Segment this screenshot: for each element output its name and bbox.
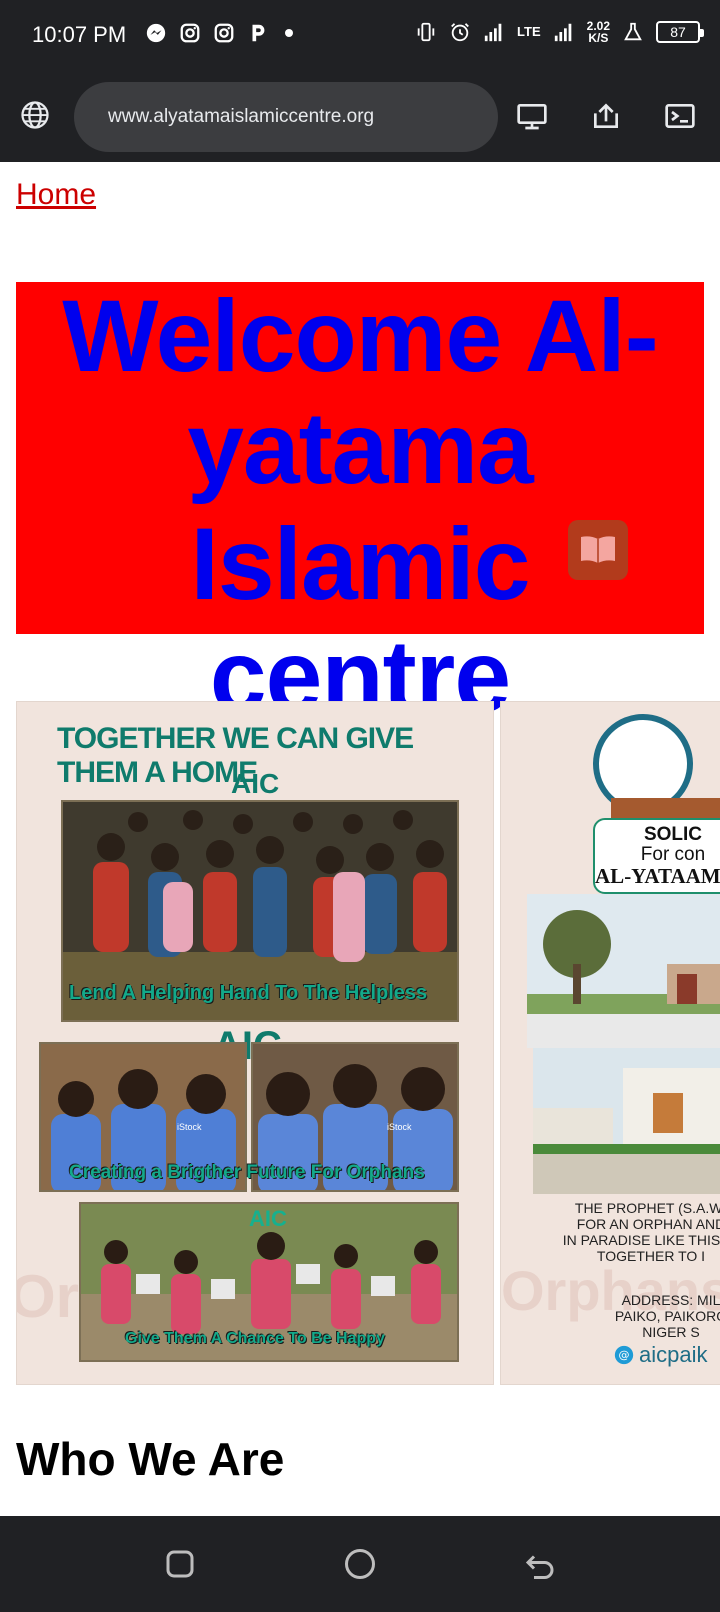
status-bar: 10:07 PM LTE 2.02 K/S 87 bbox=[0, 0, 720, 72]
building-render-2 bbox=[533, 1048, 720, 1194]
system-status-icons: LTE 2.02 K/S 87 bbox=[415, 20, 704, 44]
alyataamaa-text: AL-YATAAMAA bbox=[595, 864, 720, 888]
social-handle-text: aicpaik bbox=[639, 1342, 708, 1367]
book-icon bbox=[581, 536, 615, 563]
welcome-line-1: Welcome Al- bbox=[62, 279, 658, 393]
instagram-icon bbox=[214, 23, 234, 43]
network-speed: 2.02 K/S bbox=[587, 20, 610, 44]
caption-chance-happy: Give Them A Chance To Be Happy bbox=[125, 1330, 385, 1347]
instagram-icon bbox=[180, 23, 200, 43]
share-icon[interactable] bbox=[590, 100, 622, 132]
who-we-are-heading: Who We Are bbox=[16, 1433, 285, 1485]
prophet-quote-line-3: IN PARADISE LIKE THIS', A bbox=[562, 1232, 720, 1248]
aic-label: AIC bbox=[249, 1206, 287, 1231]
solicitation-box: SOLIC For con AL-YATAAMAA bbox=[593, 818, 720, 894]
globe-icon[interactable] bbox=[20, 100, 50, 130]
messenger-icon bbox=[146, 23, 166, 43]
watermark: Or bbox=[16, 1263, 80, 1330]
prophet-quote-line-1: THE PROPHET (S.A.W) bbox=[574, 1200, 720, 1216]
back-button-icon[interactable] bbox=[522, 1546, 558, 1582]
building-render-1 bbox=[527, 894, 720, 1048]
email-icon: @ bbox=[614, 1345, 634, 1365]
istock-mark: iStock bbox=[177, 1122, 202, 1132]
for-con-text: For con bbox=[640, 844, 706, 865]
flask-icon bbox=[624, 22, 642, 41]
aic-label: AIC bbox=[231, 768, 280, 799]
address-bar[interactable]: www.alyatamaislamiccentre.org bbox=[74, 82, 498, 152]
prophet-quote-line-2: FOR AN ORPHAN AND bbox=[576, 1216, 720, 1232]
desktop-icon[interactable] bbox=[516, 100, 548, 132]
parking-app-icon bbox=[252, 24, 265, 42]
logo-ribbon bbox=[611, 798, 720, 818]
notification-icons bbox=[145, 22, 293, 44]
reader-mode-button[interactable] bbox=[568, 520, 628, 580]
vibrate-icon bbox=[417, 22, 435, 42]
caption-brighter-future: Creating a Brigther Future For Orphans bbox=[69, 1162, 425, 1183]
browser-toolbar: www.alyatamaislamiccentre.org bbox=[0, 72, 720, 162]
signal-icon bbox=[484, 23, 502, 42]
slider-image-2[interactable]: SOLIC For con AL-YATAAMAA THE PROPHET (S… bbox=[500, 701, 720, 1385]
slider-image-1[interactable]: Or TOGETHER WE CAN GIVE THEM A HOME AIC … bbox=[16, 701, 494, 1385]
caption-helping-hand: Lend A Helping Hand To The Helpless bbox=[69, 982, 428, 1004]
home-link[interactable]: Home bbox=[16, 178, 96, 212]
welcome-line-2: yatama Islamic bbox=[187, 391, 534, 621]
system-nav-bar bbox=[0, 1516, 720, 1612]
svg-text:@: @ bbox=[619, 1349, 630, 1362]
istock-mark: iStock bbox=[387, 1122, 412, 1132]
battery-indicator: 87 bbox=[656, 21, 704, 43]
recents-button-icon[interactable] bbox=[162, 1546, 198, 1582]
address-line-1: ADDRESS: MIL bbox=[621, 1292, 720, 1308]
home-button-icon[interactable] bbox=[342, 1546, 378, 1582]
status-time: 10:07 PM bbox=[32, 22, 127, 47]
console-icon[interactable] bbox=[664, 100, 696, 132]
social-handle: @ aicpaik bbox=[613, 1342, 707, 1368]
welcome-banner: Welcome Al- yatama Islamic centre bbox=[16, 279, 704, 733]
more-notifications-dot bbox=[285, 29, 293, 37]
network-type: LTE bbox=[517, 24, 541, 39]
alarm-icon bbox=[451, 23, 469, 42]
solic-text: SOLIC bbox=[643, 824, 703, 845]
address-line-2: PAIKO, PAIKORO bbox=[614, 1308, 720, 1324]
signal-icon bbox=[554, 23, 571, 42]
url-text[interactable]: www.alyatamaislamiccentre.org bbox=[108, 106, 374, 128]
address-line-3: NIGER S bbox=[642, 1324, 700, 1340]
speed-unit: K/S bbox=[588, 31, 609, 45]
